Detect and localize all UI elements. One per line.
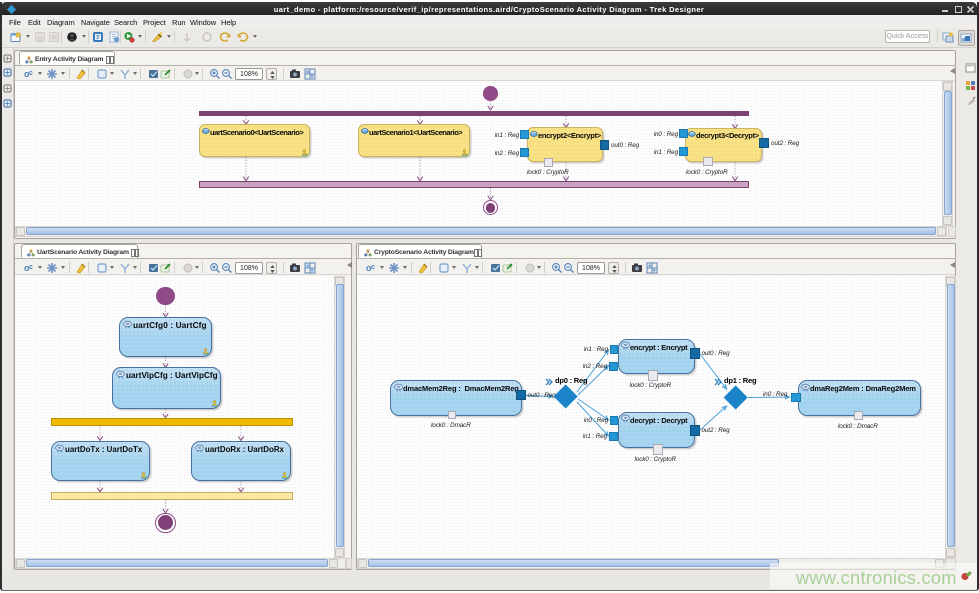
svg-text:c: c bbox=[29, 70, 33, 77]
svg-text:c: c bbox=[29, 264, 33, 271]
svg-text:c: c bbox=[371, 264, 375, 271]
